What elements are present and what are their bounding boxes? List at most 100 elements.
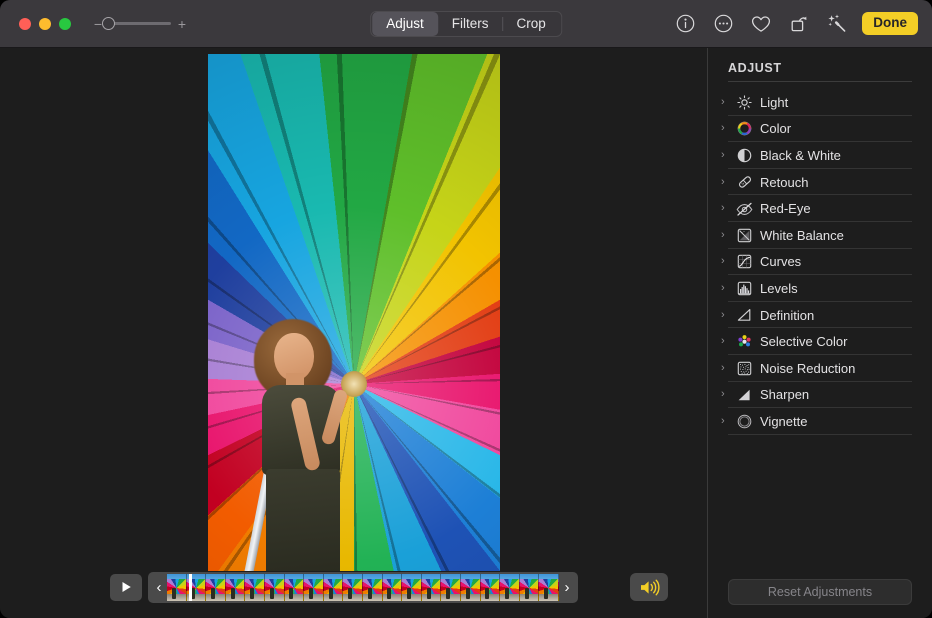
eye-slash-icon — [734, 201, 755, 217]
filmstrip-frame[interactable] — [285, 574, 305, 601]
chevron-right-icon[interactable]: › — [721, 336, 734, 347]
trim-handle-right[interactable]: › — [559, 573, 575, 602]
sidebar-item-label: Vignette — [760, 414, 807, 429]
zoom-slider-track[interactable] — [109, 22, 171, 25]
curves-graph-icon — [734, 254, 755, 270]
selective-color-dots-icon — [734, 334, 755, 350]
filmstrip-frame[interactable] — [461, 574, 481, 601]
vignette-ring-icon — [734, 413, 755, 429]
sidebar-item-label: White Balance — [760, 228, 844, 243]
filmstrip-frame[interactable] — [245, 574, 265, 601]
sidebar-title: ADJUST — [728, 61, 782, 75]
photo-viewport — [0, 48, 707, 576]
sidebar-item-red-eye[interactable]: › Red-Eye — [708, 195, 932, 222]
chevron-right-icon[interactable]: › — [721, 230, 734, 241]
filmstrip-frame[interactable] — [363, 574, 383, 601]
sidebar-item-curves[interactable]: › Curves — [708, 249, 932, 276]
favorite-heart-icon[interactable] — [748, 11, 774, 37]
sidebar-item-label: Red-Eye — [760, 201, 811, 216]
play-button[interactable] — [110, 574, 142, 601]
filmstrip-frame[interactable] — [539, 574, 559, 601]
chevron-right-icon[interactable]: › — [721, 256, 734, 267]
filmstrip-frame[interactable] — [324, 574, 344, 601]
zoom-slider-knob[interactable] — [102, 17, 115, 30]
sidebar-title-divider — [728, 81, 912, 82]
adjust-sidebar: ADJUST › Light — [707, 48, 932, 618]
trim-handle-left[interactable]: ‹ — [151, 573, 167, 602]
sidebar-item-label: Noise Reduction — [760, 361, 855, 376]
sidebar-item-sharpen[interactable]: › Sharpen — [708, 382, 932, 409]
tab-crop[interactable]: Crop — [503, 12, 560, 36]
sidebar-item-black-and-white[interactable]: › Black & White — [708, 142, 932, 169]
more-options-icon[interactable] — [710, 11, 736, 37]
half-circle-contrast-icon — [734, 147, 755, 163]
sidebar-item-selective-color[interactable]: › Selective Color — [708, 328, 932, 355]
filmstrip-frame[interactable] — [343, 574, 363, 601]
filmstrip-frame[interactable] — [383, 574, 403, 601]
chevron-right-icon[interactable]: › — [721, 150, 734, 161]
sidebar-item-label: Curves — [760, 254, 801, 269]
photo-image[interactable] — [208, 54, 500, 571]
sidebar-item-levels[interactable]: › Levels — [708, 275, 932, 302]
chevron-right-icon[interactable]: › — [721, 310, 734, 321]
sidebar-item-label: Definition — [760, 308, 814, 323]
sidebar-item-label: Retouch — [760, 175, 808, 190]
reset-adjustments-button[interactable]: Reset Adjustments — [728, 579, 912, 605]
tab-filters[interactable]: Filters — [438, 12, 503, 36]
maximize-window-button[interactable] — [59, 18, 71, 30]
zoom-slider-control[interactable]: − + — [93, 17, 187, 31]
color-wheel-icon — [734, 121, 755, 137]
chevron-right-icon[interactable]: › — [721, 203, 734, 214]
filmstrip-frame[interactable] — [167, 574, 187, 601]
sidebar-item-white-balance[interactable]: › White Balance — [708, 222, 932, 249]
levels-histogram-icon — [734, 280, 755, 296]
filmstrip-frame[interactable] — [520, 574, 540, 601]
chevron-right-icon[interactable]: › — [721, 177, 734, 188]
sidebar-item-light[interactable]: › Light — [708, 89, 932, 116]
playhead[interactable] — [189, 574, 192, 601]
photo-person — [248, 309, 360, 571]
chevron-right-icon[interactable]: › — [721, 389, 734, 400]
chevron-right-icon[interactable]: › — [721, 283, 734, 294]
sidebar-item-retouch[interactable]: › Retouch — [708, 169, 932, 196]
volume-button[interactable] — [630, 573, 668, 601]
chevron-right-icon[interactable]: › — [721, 416, 734, 427]
chevron-right-icon[interactable]: › — [721, 97, 734, 108]
filmstrip-frame[interactable] — [226, 574, 246, 601]
toolbar-actions: Done — [672, 11, 918, 37]
edit-mode-segmented-control: Adjust Filters Crop — [370, 11, 562, 37]
filmstrip-frame[interactable] — [304, 574, 324, 601]
video-scrubber[interactable]: ‹ — [148, 572, 578, 603]
sidebar-item-noise-reduction[interactable]: › — [708, 355, 932, 382]
chevron-right-icon[interactable]: › — [721, 363, 734, 374]
tab-adjust[interactable]: Adjust — [372, 12, 438, 36]
zoom-in-icon[interactable]: + — [177, 17, 187, 31]
filmstrip[interactable] — [167, 574, 559, 601]
sidebar-item-vignette[interactable]: › Vignette — [708, 408, 932, 435]
info-icon[interactable] — [672, 11, 698, 37]
video-controls-bar: ‹ — [0, 556, 707, 618]
auto-enhance-wand-icon[interactable] — [824, 11, 850, 37]
toolbar: − + Adjust Filters Crop — [0, 0, 932, 48]
chevron-right-icon[interactable]: › — [721, 123, 734, 134]
bandage-retouch-icon — [734, 174, 755, 190]
filmstrip-frame[interactable] — [265, 574, 285, 601]
traffic-lights — [19, 18, 71, 30]
sidebar-item-definition[interactable]: › Definition — [708, 302, 932, 329]
sidebar-item-label: Selective Color — [760, 334, 847, 349]
rotate-icon[interactable] — [786, 11, 812, 37]
close-window-button[interactable] — [19, 18, 31, 30]
filmstrip-frame[interactable] — [441, 574, 461, 601]
sidebar-item-label: Sharpen — [760, 387, 809, 402]
filmstrip-frame[interactable] — [206, 574, 226, 601]
minimize-window-button[interactable] — [39, 18, 51, 30]
sidebar-item-label: Color — [760, 121, 791, 136]
photos-edit-window: − + Adjust Filters Crop — [0, 0, 932, 618]
filmstrip-frame[interactable] — [422, 574, 442, 601]
sidebar-item-color[interactable]: › — [708, 116, 932, 143]
filmstrip-frame[interactable] — [402, 574, 422, 601]
sidebar-item-label: Light — [760, 95, 788, 110]
filmstrip-frame[interactable] — [500, 574, 520, 601]
done-button[interactable]: Done — [862, 12, 918, 35]
filmstrip-frame[interactable] — [481, 574, 501, 601]
